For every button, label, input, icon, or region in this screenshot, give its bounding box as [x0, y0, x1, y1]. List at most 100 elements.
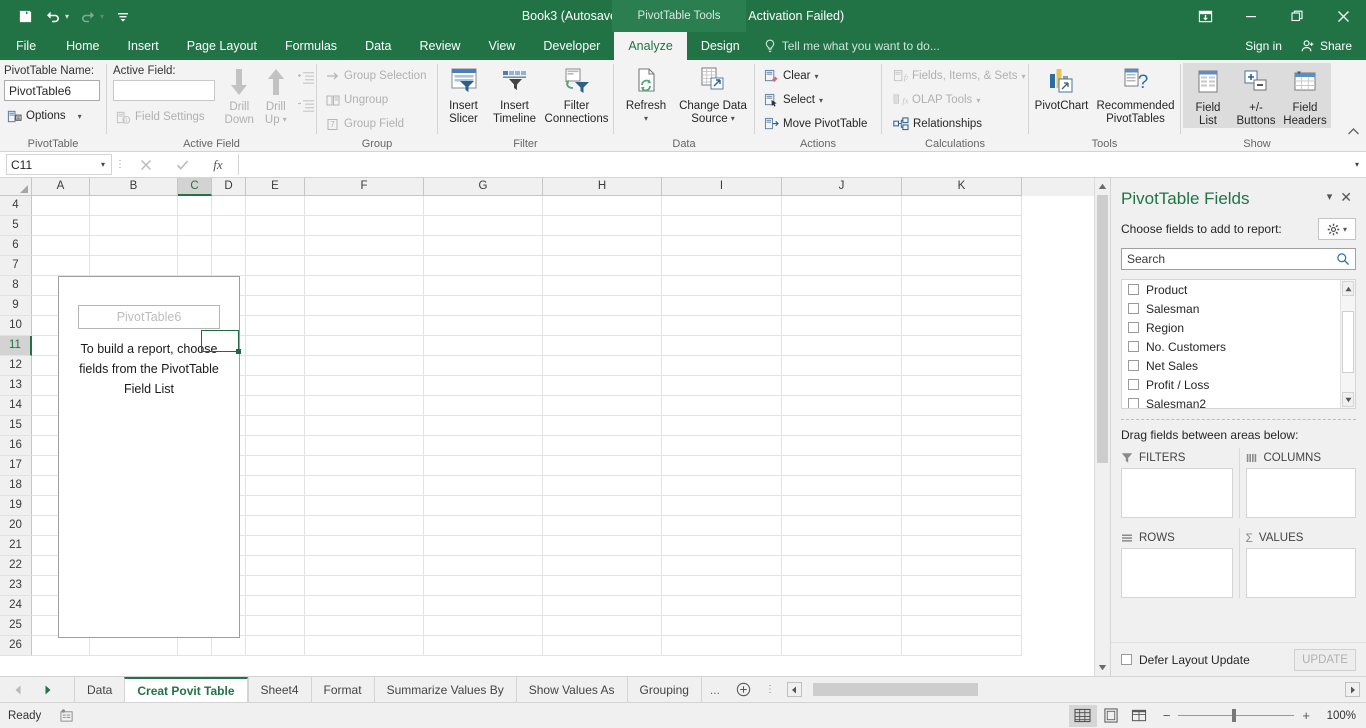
- row-header-26[interactable]: 26: [0, 636, 32, 656]
- cell-G22[interactable]: [424, 556, 543, 576]
- field-checkbox[interactable]: [1128, 322, 1139, 333]
- cell-E10[interactable]: [246, 316, 305, 336]
- cell-G14[interactable]: [424, 396, 543, 416]
- cell-E8[interactable]: [246, 276, 305, 296]
- tell-me-box[interactable]: Tell me what you want to do...: [764, 32, 940, 60]
- column-header-k[interactable]: K: [902, 178, 1022, 196]
- view-normal-icon[interactable]: [1068, 704, 1097, 727]
- tab-analyze[interactable]: Analyze: [614, 32, 687, 60]
- cell-G16[interactable]: [424, 436, 543, 456]
- cell-H22[interactable]: [543, 556, 662, 576]
- cell-A7[interactable]: [32, 256, 90, 276]
- field-list[interactable]: Product Salesman Region No. Customers Net Sa…: [1121, 279, 1356, 409]
- cell-I7[interactable]: [662, 256, 782, 276]
- cell-K4[interactable]: [902, 196, 1022, 216]
- cell-G15[interactable]: [424, 416, 543, 436]
- cell-G23[interactable]: [424, 576, 543, 596]
- change-data-source-dropdown-icon[interactable]: ▾: [731, 113, 735, 126]
- cell-K24[interactable]: [902, 596, 1022, 616]
- cell-G4[interactable]: [424, 196, 543, 216]
- field-item[interactable]: Salesman: [1122, 299, 1340, 318]
- column-header-i[interactable]: I: [662, 178, 782, 196]
- cell-I26[interactable]: [662, 636, 782, 656]
- undo-icon[interactable]: [40, 4, 66, 28]
- cell-K12[interactable]: [902, 356, 1022, 376]
- tab-data[interactable]: Data: [351, 32, 405, 60]
- cell-J7[interactable]: [782, 256, 902, 276]
- cell-G5[interactable]: [424, 216, 543, 236]
- minimize-icon[interactable]: [1228, 0, 1274, 32]
- cell-G24[interactable]: [424, 596, 543, 616]
- cell-J26[interactable]: [782, 636, 902, 656]
- cancel-formula-icon[interactable]: [128, 154, 164, 175]
- cell-J23[interactable]: [782, 576, 902, 596]
- cell-H6[interactable]: [543, 236, 662, 256]
- column-header-b[interactable]: B: [90, 178, 178, 196]
- cell-I22[interactable]: [662, 556, 782, 576]
- cell-J6[interactable]: [782, 236, 902, 256]
- cell-G8[interactable]: [424, 276, 543, 296]
- zone-rows-box[interactable]: [1121, 548, 1233, 598]
- cell-H20[interactable]: [543, 516, 662, 536]
- cell-E15[interactable]: [246, 416, 305, 436]
- zone-values[interactable]: Σ VALUES: [1238, 528, 1356, 598]
- cell-J11[interactable]: [782, 336, 902, 356]
- select-all-button[interactable]: [0, 178, 32, 196]
- sheet-nav-next-icon[interactable]: [44, 685, 52, 695]
- cell-K23[interactable]: [902, 576, 1022, 596]
- cell-E18[interactable]: [246, 476, 305, 496]
- cell-K17[interactable]: [902, 456, 1022, 476]
- cell-K18[interactable]: [902, 476, 1022, 496]
- refresh-button[interactable]: Refresh ▾: [618, 63, 674, 125]
- options-button[interactable]: Options ▾: [4, 105, 85, 127]
- vertical-scroll-track[interactable]: [1095, 195, 1110, 659]
- row-header-8[interactable]: 8: [0, 276, 32, 296]
- sheet-tab-summarize-values-by[interactable]: Summarize Values By: [373, 677, 516, 702]
- row-header-9[interactable]: 9: [0, 296, 32, 316]
- redo-icon[interactable]: [75, 4, 101, 28]
- cell-H14[interactable]: [543, 396, 662, 416]
- cell-H18[interactable]: [543, 476, 662, 496]
- cell-K26[interactable]: [902, 636, 1022, 656]
- cell-J25[interactable]: [782, 616, 902, 636]
- cell-F7[interactable]: [305, 256, 424, 276]
- cell-F14[interactable]: [305, 396, 424, 416]
- cell-D5[interactable]: [212, 216, 246, 236]
- cell-H10[interactable]: [543, 316, 662, 336]
- field-list-scrollbar[interactable]: [1340, 280, 1355, 408]
- insert-function-icon[interactable]: fx: [200, 154, 236, 175]
- cell-H11[interactable]: [543, 336, 662, 356]
- cell-K16[interactable]: [902, 436, 1022, 456]
- cell-G25[interactable]: [424, 616, 543, 636]
- worksheet-grid[interactable]: A B C D E F G H I J K 4 5 6 7 8 9 10 11 12 13 14 15…: [0, 178, 1110, 676]
- sheet-tab-overflow[interactable]: ...: [700, 677, 728, 702]
- cell-K15[interactable]: [902, 416, 1022, 436]
- cell-A26[interactable]: [32, 636, 90, 656]
- cell-E21[interactable]: [246, 536, 305, 556]
- cell-E14[interactable]: [246, 396, 305, 416]
- cell-E17[interactable]: [246, 456, 305, 476]
- plus-minus-buttons-button[interactable]: +/- Buttons: [1231, 65, 1281, 127]
- row-header-13[interactable]: 13: [0, 376, 32, 396]
- cell-F26[interactable]: [305, 636, 424, 656]
- row-header-16[interactable]: 16: [0, 436, 32, 456]
- column-header-e[interactable]: E: [246, 178, 305, 196]
- field-item[interactable]: Profit / Loss: [1122, 375, 1340, 394]
- cell-H9[interactable]: [543, 296, 662, 316]
- cell-J8[interactable]: [782, 276, 902, 296]
- field-item[interactable]: Product: [1122, 280, 1340, 299]
- row-header-4[interactable]: 4: [0, 196, 32, 216]
- cell-C5[interactable]: [178, 216, 212, 236]
- cell-E25[interactable]: [246, 616, 305, 636]
- cell-D6[interactable]: [212, 236, 246, 256]
- cell-H12[interactable]: [543, 356, 662, 376]
- zone-values-box[interactable]: [1245, 548, 1356, 598]
- customize-qat-icon[interactable]: [110, 4, 136, 28]
- cell-F19[interactable]: [305, 496, 424, 516]
- cell-J10[interactable]: [782, 316, 902, 336]
- cell-I8[interactable]: [662, 276, 782, 296]
- cell-K7[interactable]: [902, 256, 1022, 276]
- sheet-nav-prev-icon[interactable]: [14, 685, 22, 695]
- cell-K25[interactable]: [902, 616, 1022, 636]
- cell-H8[interactable]: [543, 276, 662, 296]
